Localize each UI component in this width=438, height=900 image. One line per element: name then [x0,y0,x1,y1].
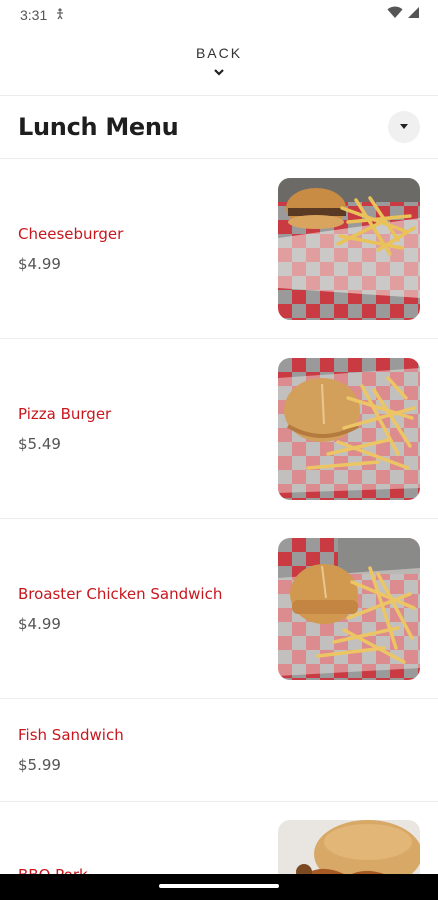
chevron-down-icon [213,63,225,81]
item-price: $5.99 [18,756,61,774]
item-price: $4.99 [18,254,61,273]
status-time: 3:31 [20,7,48,23]
item-price: $5.49 [18,434,61,453]
item-name: Broaster Chicken Sandwich [18,584,223,603]
menu-header: Lunch Menu [0,96,438,159]
status-bar: 3:31 [0,0,438,30]
food-photo [278,537,420,680]
wifi-icon [387,6,403,24]
item-name: Fish Sandwich [18,726,124,744]
back-button[interactable]: BACK [0,30,438,96]
back-label: BACK [195,44,243,61]
menu-item[interactable]: Fish Sandwich $5.99 [0,699,438,802]
system-nav-bar [0,874,438,900]
page-title: Lunch Menu [18,113,179,141]
food-photo [278,357,420,500]
item-name: Pizza Burger [18,404,112,423]
menu-item[interactable]: Broaster Chicken Sandwich $4.99 [0,519,438,699]
home-handle[interactable] [159,884,279,888]
accessibility-icon [55,7,65,23]
signal-icon [407,6,420,24]
item-name: Cheeseburger [18,224,124,243]
food-photo [278,177,420,320]
menu-item[interactable]: Pizza Burger $5.49 [0,339,438,519]
menu-item[interactable]: Cheeseburger $4.99 [0,159,438,339]
collapse-button[interactable] [388,111,420,143]
item-price: $4.99 [18,614,61,633]
caret-down-icon [400,124,408,129]
